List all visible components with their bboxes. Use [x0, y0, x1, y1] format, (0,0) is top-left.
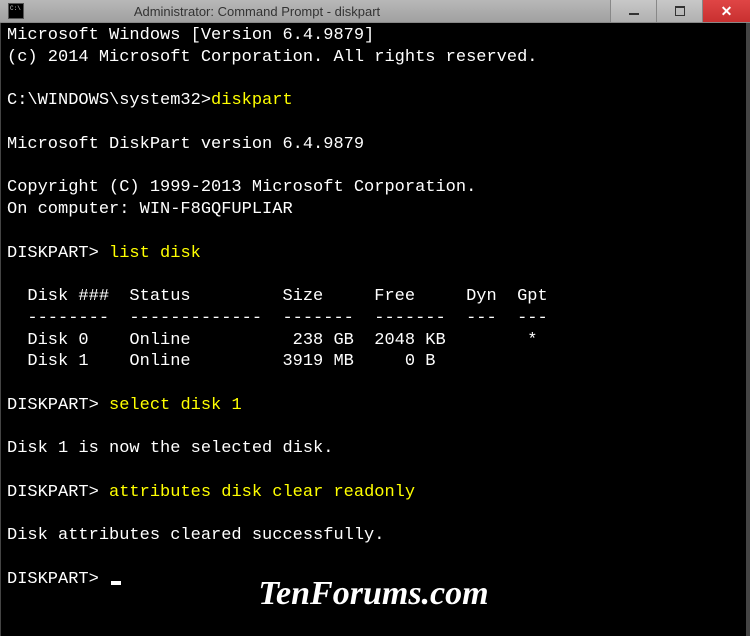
- command-select-disk: select disk 1: [109, 396, 242, 415]
- close-icon: ✕: [721, 4, 733, 18]
- command-diskpart: diskpart: [211, 91, 293, 110]
- table-row: Disk 0 Online 238 GB 2048 KB *: [7, 331, 538, 350]
- diskpart-prompt: DISKPART>: [7, 483, 109, 502]
- command-prompt-window: Administrator: Command Prompt - diskpart…: [0, 0, 750, 628]
- copyright-line: (c) 2014 Microsoft Corporation. All righ…: [7, 48, 538, 67]
- diskpart-copyright: Copyright (C) 1999-2013 Microsoft Corpor…: [7, 178, 476, 197]
- command-attributes: attributes disk clear readonly: [109, 483, 415, 502]
- window-controls: ✕: [610, 0, 750, 22]
- watermark-text: TenForums.com: [258, 572, 488, 616]
- message-cleared: Disk attributes cleared successfully.: [7, 526, 384, 545]
- cursor: [111, 581, 121, 585]
- app-icon: [8, 3, 24, 19]
- command-list-disk: list disk: [109, 244, 201, 263]
- maximize-icon: [675, 6, 685, 16]
- diskpart-version: Microsoft DiskPart version 6.4.9879: [7, 135, 364, 154]
- terminal-output[interactable]: Microsoft Windows [Version 6.4.9879] (c)…: [0, 23, 750, 636]
- diskpart-prompt: DISKPART>: [7, 570, 109, 589]
- titlebar[interactable]: Administrator: Command Prompt - diskpart…: [0, 0, 750, 23]
- window-title: Administrator: Command Prompt - diskpart: [24, 4, 610, 19]
- message-selected: Disk 1 is now the selected disk.: [7, 439, 333, 458]
- os-version-line: Microsoft Windows [Version 6.4.9879]: [7, 26, 374, 45]
- shell-prompt: C:\WINDOWS\system32>: [7, 91, 211, 110]
- close-button[interactable]: ✕: [702, 0, 750, 22]
- table-rule: -------- ------------- ------- ------- -…: [7, 309, 548, 328]
- diskpart-prompt: DISKPART>: [7, 396, 109, 415]
- maximize-button[interactable]: [656, 0, 702, 22]
- table-header: Disk ### Status Size Free Dyn Gpt: [7, 287, 548, 306]
- minimize-button[interactable]: [610, 0, 656, 22]
- diskpart-prompt: DISKPART>: [7, 244, 109, 263]
- minimize-icon: [629, 13, 639, 15]
- computer-name-line: On computer: WIN-F8GQFUPLIAR: [7, 200, 293, 219]
- table-row: Disk 1 Online 3919 MB 0 B: [7, 352, 435, 371]
